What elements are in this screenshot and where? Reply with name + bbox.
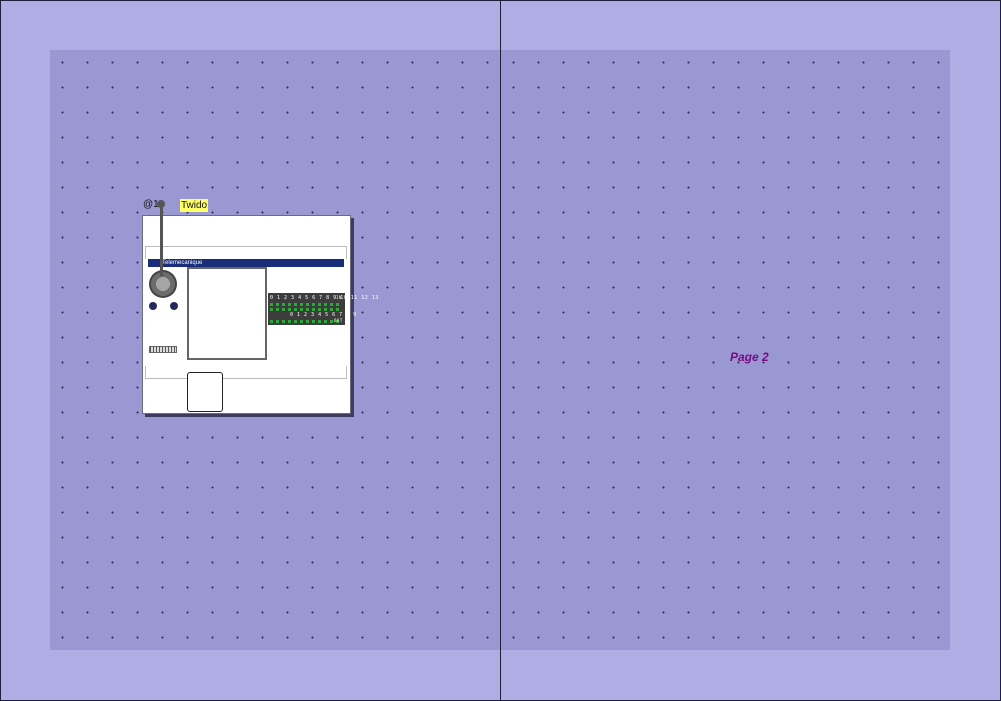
page-2-label: Page 2	[730, 350, 769, 364]
display-window	[187, 267, 267, 360]
input-leds	[270, 308, 342, 311]
top-rail	[145, 246, 347, 259]
serial-connector-icon[interactable]	[149, 270, 177, 298]
device-name-tag[interactable]: Twido	[180, 199, 209, 212]
brand-label: Telemecanique	[162, 260, 203, 266]
io-out-tag: OUT	[334, 318, 343, 323]
input-leds	[270, 303, 342, 306]
connection-cable[interactable]	[160, 204, 163, 276]
io-in-tag: IN	[336, 295, 342, 300]
bottom-rail	[145, 366, 347, 379]
brand-bar: Telemecanique	[148, 259, 344, 267]
io-inputs-label: 0 1 2 3 4 5 6 7 8 9 10 11 12 13	[270, 295, 379, 301]
io-led-panel: 0 1 2 3 4 5 6 7 8 9 10 11 12 13 0 1 2 3 …	[268, 293, 378, 325]
expansion-slot	[149, 346, 177, 353]
port-box[interactable]	[187, 372, 223, 412]
potentiometer-icon	[149, 302, 157, 310]
page-2[interactable]	[501, 50, 950, 650]
potentiometer-icon	[170, 302, 178, 310]
twido-plc-device[interactable]: Telemecanique 0 1 2 3 4 5 6 7 8 9 10 11 …	[142, 215, 378, 414]
io-outputs-label: 0 1 2 3 4 5 6 7 8 9	[290, 312, 357, 318]
output-leds	[270, 320, 342, 323]
page-divider	[500, 0, 501, 701]
